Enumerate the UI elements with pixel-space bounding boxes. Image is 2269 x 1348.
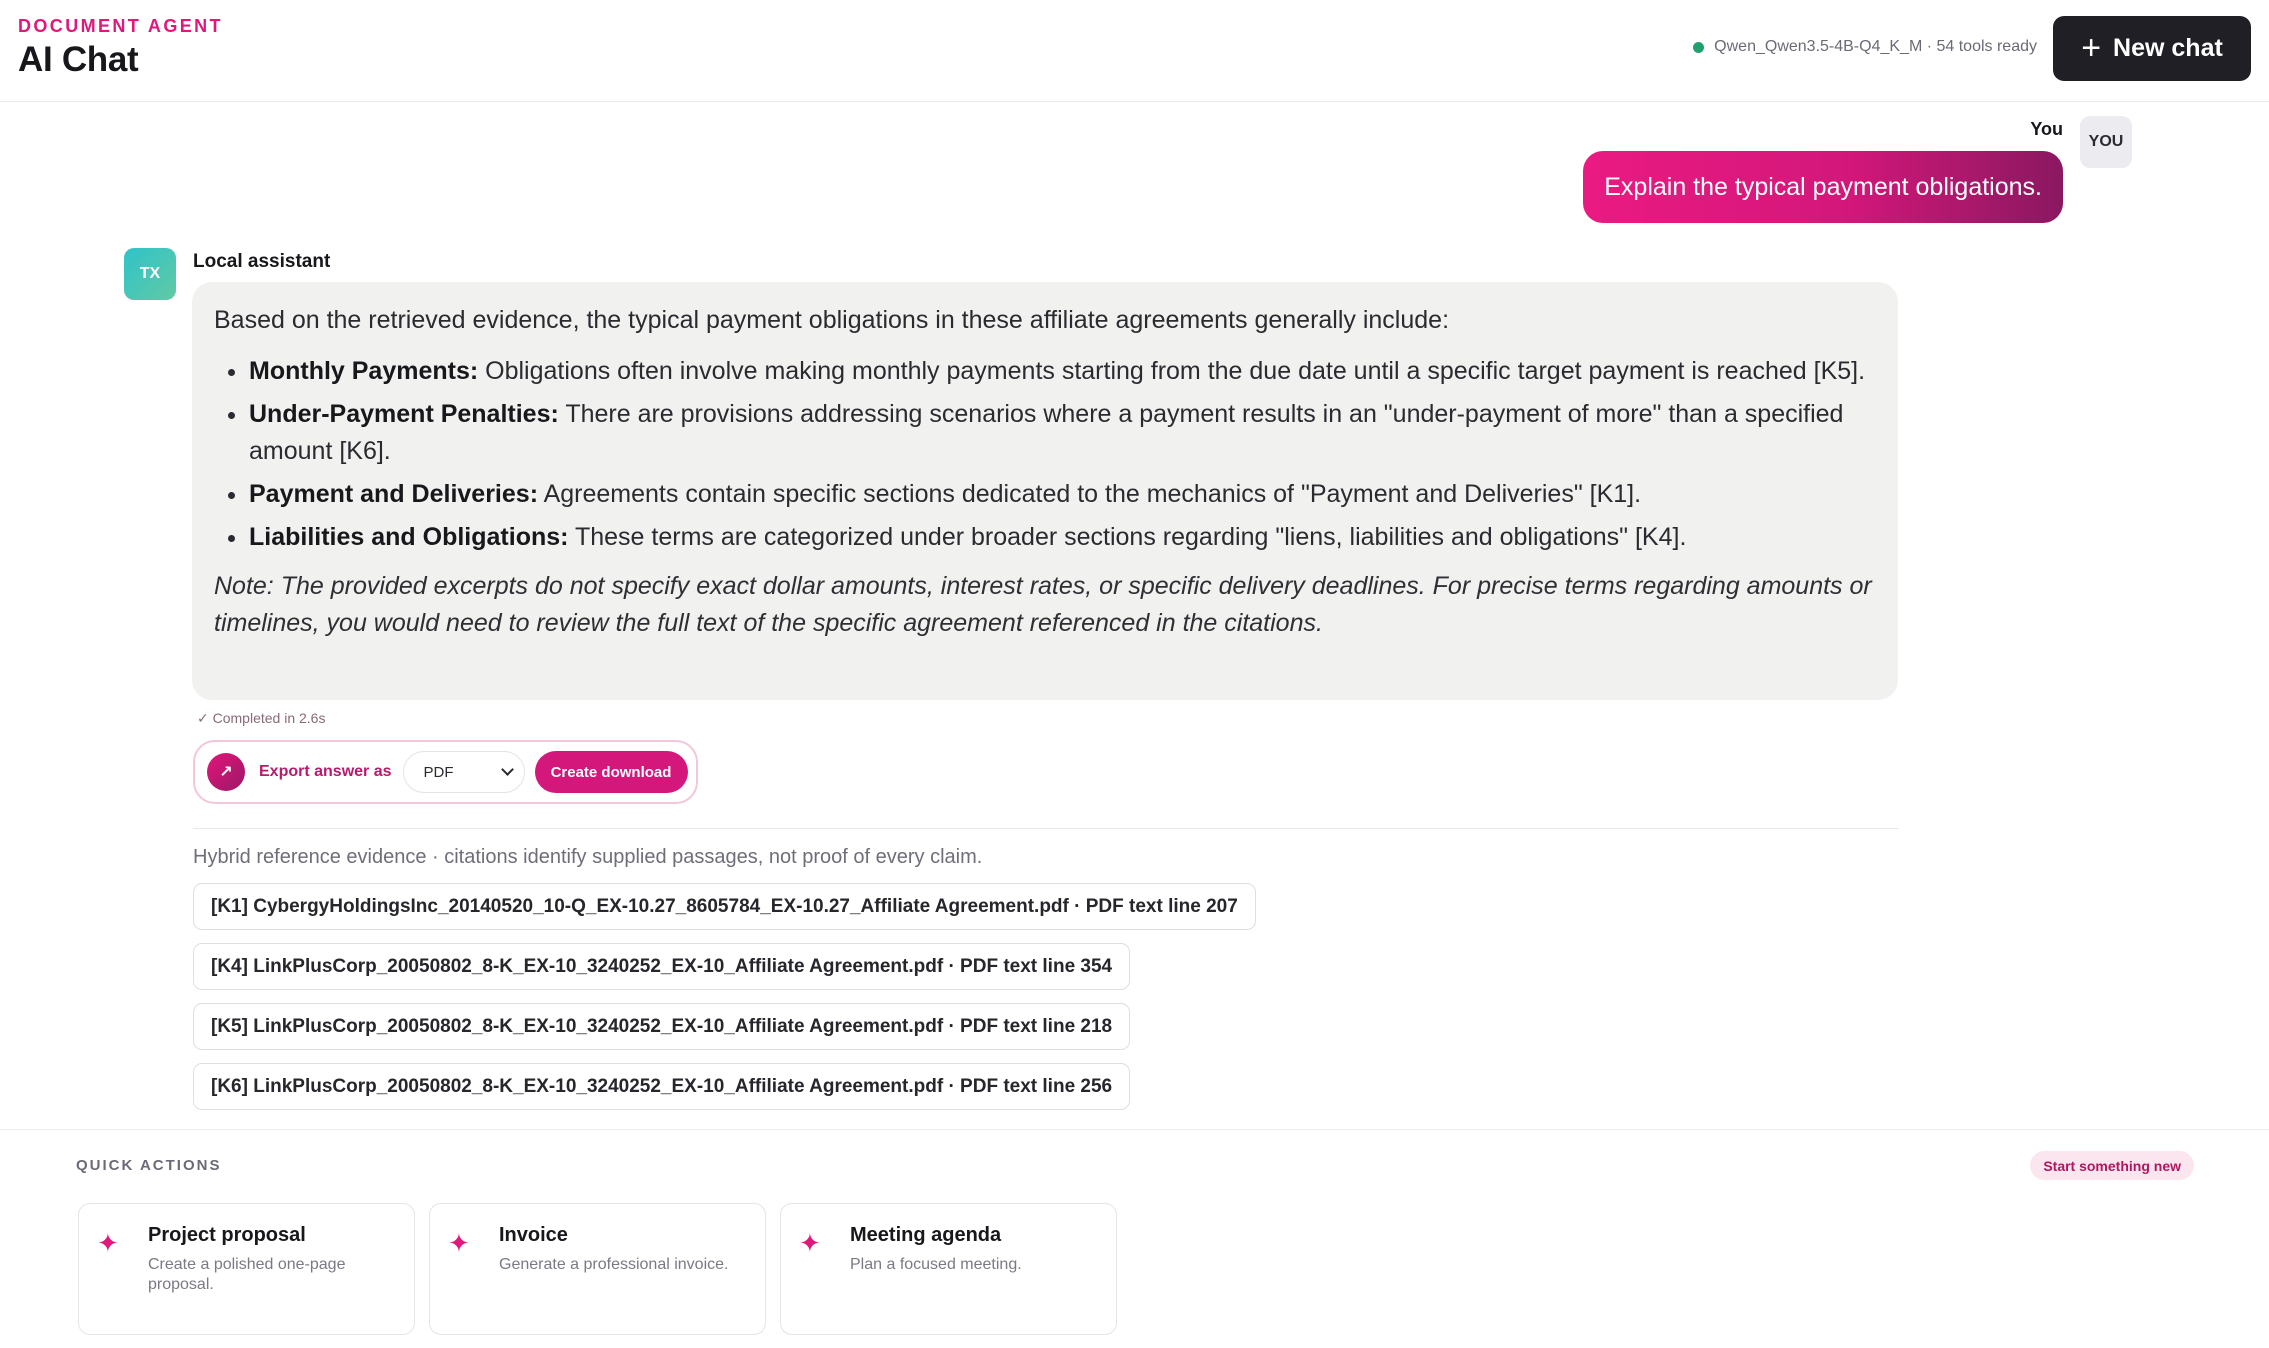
answer-item-text: Obligations often involve making monthly… xyxy=(478,357,1866,385)
assistant-label: Local assistant xyxy=(193,251,331,272)
assistant-avatar: TX xyxy=(124,248,176,300)
user-label: You xyxy=(2030,119,2063,139)
user-message-bubble: Explain the typical payment obligations. xyxy=(1583,151,2063,223)
export-bar: ↗ Export answer as PDF Create download xyxy=(193,740,698,804)
export-format-value: PDF xyxy=(423,763,454,781)
ai-chat-app: DOCUMENT AGENT AI Chat Qwen_Qwen3.5-4B-Q… xyxy=(0,0,2269,1348)
answer-list-item: Monthly Payments: Obligations often invo… xyxy=(249,353,1876,390)
citation-k6[interactable]: [K6] LinkPlusCorp_20050802_8-K_EX-10_324… xyxy=(193,1063,1131,1110)
answer-list-item: Liabilities and Obligations: These terms… xyxy=(249,519,1876,556)
new-chat-button[interactable]: + New chat xyxy=(2053,16,2251,81)
answer-item-term: Payment and Deliveries: xyxy=(249,480,539,508)
new-chat-label: New chat xyxy=(2113,34,2223,62)
arrow-up-right-icon: ↗ xyxy=(207,753,245,791)
sparkle-icon: ✦ xyxy=(448,1228,470,1258)
quick-action-title: Meeting agenda xyxy=(850,1224,1002,1246)
citation-k1[interactable]: [K1] CybergyHoldingsInc_20140520_10-Q_EX… xyxy=(193,883,1256,930)
answer-list-item: Payment and Deliveries: Agreements conta… xyxy=(249,476,1876,513)
answer-intro: Based on the retrieved evidence, the typ… xyxy=(214,306,1450,334)
evidence-caption: Hybrid reference evidence · citations id… xyxy=(193,846,983,868)
quick-action-project-proposal[interactable]: ✦ Project proposal Create a polished one… xyxy=(78,1203,415,1335)
create-download-button[interactable]: Create download xyxy=(534,751,688,793)
quick-action-meeting-agenda[interactable]: ✦ Meeting agenda Plan a focused meeting. xyxy=(780,1203,1117,1335)
start-something-new-button[interactable]: Start something new xyxy=(2030,1151,2194,1180)
plus-icon: + xyxy=(2081,28,2102,67)
model-status-text: Qwen_Qwen3.5-4B-Q4_K_M · 54 tools ready xyxy=(1714,38,2037,55)
answer-item-term: Monthly Payments: xyxy=(249,357,479,385)
quick-actions-label: QUICK ACTIONS xyxy=(76,1157,222,1174)
answer-note: Note: The provided excerpts do not speci… xyxy=(214,572,1872,637)
assistant-answer-bubble: Based on the retrieved evidence, the typ… xyxy=(192,282,1898,700)
quick-actions-divider xyxy=(0,1129,2269,1130)
model-status: Qwen_Qwen3.5-4B-Q4_K_M · 54 tools ready xyxy=(1693,38,2037,56)
chevron-down-icon xyxy=(500,763,514,776)
answer-item-term: Liabilities and Obligations: xyxy=(249,523,569,551)
quick-action-invoice[interactable]: ✦ Invoice Generate a professional invoic… xyxy=(429,1203,766,1335)
citation-k4[interactable]: [K4] LinkPlusCorp_20050802_8-K_EX-10_324… xyxy=(193,943,1131,990)
answer-item-term: Under-Payment Penalties: xyxy=(249,400,559,428)
sparkle-icon: ✦ xyxy=(97,1228,119,1258)
app-eyebrow: DOCUMENT AGENT xyxy=(18,16,223,36)
evidence-divider xyxy=(193,828,1898,829)
answer-item-text: Agreements contain specific sections ded… xyxy=(538,480,1642,508)
quick-action-title: Invoice xyxy=(499,1224,568,1246)
export-format-select[interactable]: PDF xyxy=(402,751,525,793)
quick-action-desc: Generate a professional invoice. xyxy=(499,1256,729,1273)
answer-list: Monthly Payments: Obligations often invo… xyxy=(214,353,1876,556)
citation-k5[interactable]: [K5] LinkPlusCorp_20050802_8-K_EX-10_324… xyxy=(193,1003,1131,1050)
sparkle-icon: ✦ xyxy=(799,1228,821,1258)
app-header: DOCUMENT AGENT AI Chat Qwen_Qwen3.5-4B-Q… xyxy=(0,0,2269,102)
export-label: Export answer as xyxy=(259,763,392,780)
quick-action-title: Project proposal xyxy=(148,1224,306,1246)
quick-action-desc: Create a polished one-page proposal. xyxy=(148,1256,346,1293)
answer-item-text: These terms are categorized under broade… xyxy=(568,523,1687,551)
completed-status: ✓ Completed in 2.6s xyxy=(197,710,326,726)
answer-list-item: Under-Payment Penalties: There are provi… xyxy=(249,396,1876,470)
user-avatar: YOU xyxy=(2080,116,2132,168)
quick-action-desc: Plan a focused meeting. xyxy=(850,1256,1022,1273)
page-title: AI Chat xyxy=(18,40,139,79)
status-dot-icon xyxy=(1693,41,1705,53)
